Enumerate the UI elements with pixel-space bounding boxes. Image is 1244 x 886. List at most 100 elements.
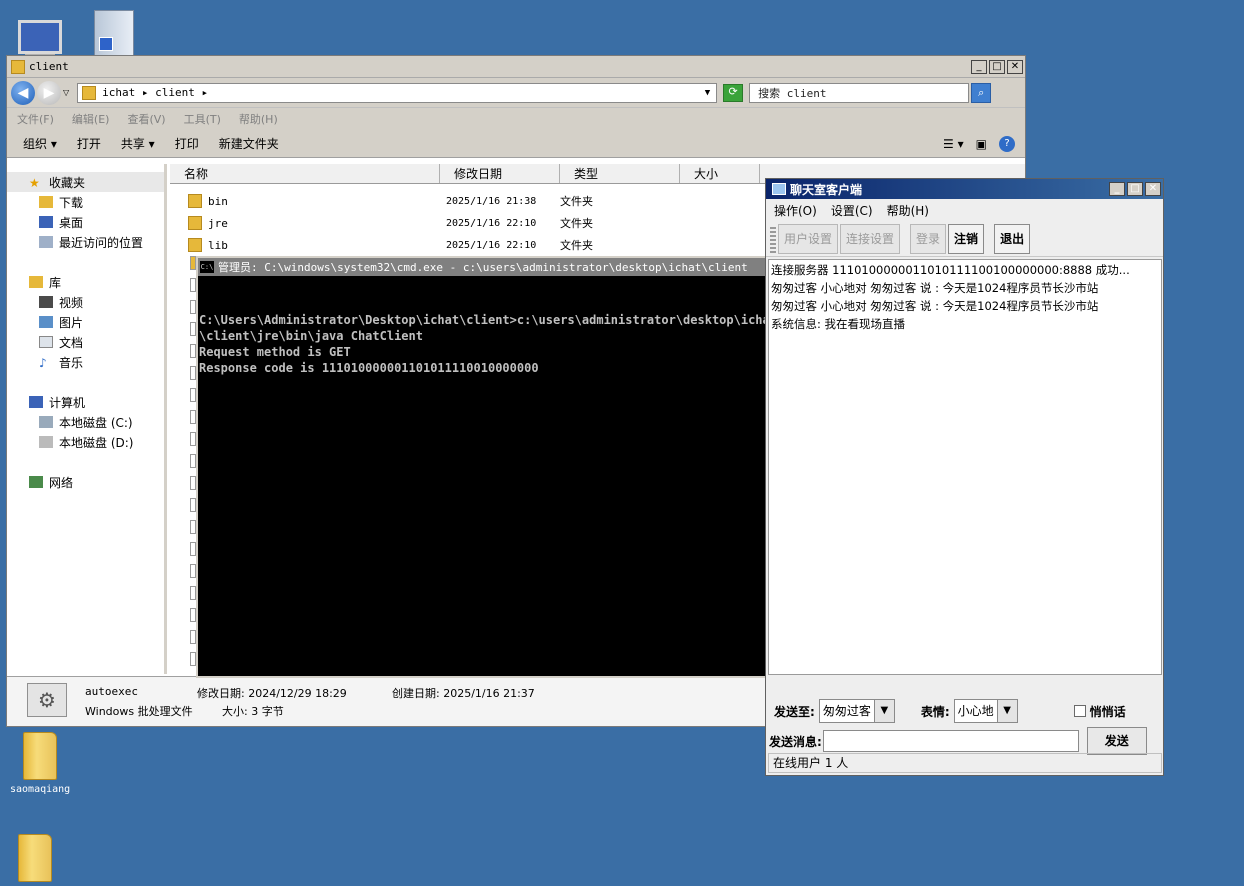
view-options-icon[interactable]: ☰ ▾	[943, 137, 964, 151]
nav-favorites[interactable]: ★ 收藏夹	[7, 172, 164, 192]
maximize-button[interactable]: □	[989, 59, 1005, 74]
address-bar[interactable]: ichat ▸ client ▸ ▼	[77, 82, 718, 103]
checkbox-icon[interactable]	[1073, 705, 1086, 717]
close-button[interactable]: ✕	[1145, 182, 1161, 196]
star-icon: ★	[29, 176, 40, 190]
help-icon[interactable]: ?	[999, 135, 1015, 152]
maximize-button[interactable]: □	[1127, 182, 1143, 196]
send-to-select[interactable]: 匆匆过客 ▼	[818, 699, 895, 723]
chat-window: 聊天室客户端 _ □ ✕ 操作(O) 设置(C) 帮助(H) 用户设置 连接设置…	[765, 178, 1164, 776]
exit-button[interactable]: 退出	[994, 223, 1031, 254]
chevron-down-icon[interactable]: ▼	[705, 88, 710, 98]
open-button[interactable]: 打开	[77, 135, 101, 152]
print-button[interactable]: 打印	[175, 135, 199, 152]
send-button[interactable]: 发送	[1086, 727, 1147, 755]
close-button[interactable]: ✕	[1007, 59, 1023, 74]
chat-titlebar: 聊天室客户端 _ □ ✕	[766, 179, 1163, 199]
network-icon	[94, 10, 134, 56]
document-icon	[39, 336, 53, 348]
folder-icon	[188, 238, 202, 252]
address-row: ◀ ▶ ▽ ichat ▸ client ▸ ▼ ⟳ 搜索 client ⌕	[7, 78, 1025, 108]
column-name[interactable]: 名称	[170, 164, 440, 183]
forward-button[interactable]: ▶	[37, 80, 61, 105]
logout-button[interactable]: 注销	[948, 223, 985, 254]
nav-recent[interactable]: 最近访问的位置	[7, 232, 164, 252]
whisper-checkbox[interactable]: 悄悄话	[1073, 703, 1126, 720]
menu-file[interactable]: 文件(F)	[17, 111, 54, 127]
minimize-button[interactable]: _	[1109, 182, 1125, 196]
column-size[interactable]: 大小	[680, 164, 760, 183]
nav-pictures[interactable]: 图片	[7, 312, 164, 332]
window-title: client	[29, 60, 69, 73]
chat-toolbar: 用户设置 连接设置 登录 注销 退出	[766, 221, 1163, 257]
expression-select[interactable]: 小心地 ▼	[953, 699, 1018, 723]
menu-tools[interactable]: 工具(T)	[184, 111, 221, 127]
nav-libraries[interactable]: 库	[7, 272, 164, 292]
nav-computer[interactable]: 计算机	[7, 392, 164, 412]
chevron-down-icon[interactable]: ▽	[63, 88, 69, 97]
connection-settings-button[interactable]: 连接设置	[840, 223, 901, 254]
message-line: 系统信息: 我在看现场直播	[771, 317, 906, 331]
gear-icon: ⚙	[27, 683, 67, 717]
message-input[interactable]	[822, 730, 1079, 752]
column-type[interactable]: 类型	[560, 164, 680, 183]
chat-title: 聊天室客户端	[790, 182, 863, 197]
detail-name: autoexec	[85, 685, 138, 698]
search-input[interactable]: 搜索 client	[749, 82, 970, 103]
folder-icon	[188, 216, 202, 230]
refresh-icon[interactable]: ⟳	[723, 83, 744, 102]
nav-downloads[interactable]: 下载	[7, 192, 164, 212]
menu-view[interactable]: 查看(V)	[127, 111, 165, 127]
new-folder-button[interactable]: 新建文件夹	[219, 135, 279, 152]
menu-edit[interactable]: 编辑(E)	[72, 111, 110, 127]
folder-icon	[82, 85, 97, 100]
music-icon: ♪	[39, 356, 47, 370]
status-bar: 在线用户 1 人	[768, 753, 1162, 773]
computer-icon	[18, 20, 62, 54]
address-path[interactable]: ichat ▸ client ▸	[102, 86, 705, 99]
menu-settings[interactable]: 设置(C)	[831, 202, 873, 219]
detail-modified: 修改日期: 2024/12/29 18:29	[197, 687, 347, 700]
nav-network[interactable]: 网络	[7, 472, 164, 492]
desktop-icon	[39, 216, 53, 228]
message-line: 匆匆过客 小心地对 匆匆过客 说 : 今天是1024程序员节长沙市站	[771, 281, 1099, 295]
share-button[interactable]: 共享 ▾	[121, 135, 155, 152]
nav-disk-d[interactable]: 本地磁盘 (D:)	[7, 432, 164, 452]
organize-button[interactable]: 组织 ▾	[23, 135, 57, 152]
column-date[interactable]: 修改日期	[440, 164, 560, 183]
send-options-row: 发送至: 匆匆过客 ▼ 表情: 小心地 ▼ 悄悄话	[774, 699, 1126, 723]
nav-desktop[interactable]: 桌面	[7, 212, 164, 232]
menu-operation[interactable]: 操作(O)	[774, 202, 817, 219]
desktop-icon-label: saomaqiang	[10, 784, 71, 795]
picture-icon	[39, 316, 53, 328]
preview-pane-icon[interactable]: ▣	[976, 137, 987, 151]
library-icon	[29, 276, 43, 288]
cmd-title: 管理员: C:\windows\system32\cmd.exe - c:\us…	[218, 261, 748, 274]
computer-icon	[29, 396, 43, 408]
desktop-icon-network[interactable]	[94, 10, 134, 56]
chevron-down-icon[interactable]: ▼	[996, 700, 1017, 722]
menu-help[interactable]: 帮助(H)	[887, 202, 929, 219]
chat-menu-bar: 操作(O) 设置(C) 帮助(H)	[766, 199, 1163, 221]
cmd-window[interactable]: C:\ 管理员: C:\windows\system32\cmd.exe - c…	[196, 256, 768, 678]
search-icon[interactable]: ⌕	[971, 82, 992, 103]
message-area[interactable]: 连接服务器 1110100000011010111100100000000:88…	[768, 259, 1162, 675]
nav-videos[interactable]: 视频	[7, 292, 164, 312]
user-settings-button[interactable]: 用户设置	[778, 223, 839, 254]
folder-icon	[18, 834, 52, 882]
desktop-icon-saomaqiang[interactable]: saomaqiang	[10, 732, 70, 795]
nav-music[interactable]: ♪ 音乐	[7, 352, 164, 372]
login-button[interactable]: 登录	[910, 223, 947, 254]
message-line: 匆匆过客 小心地对 匆匆过客 说 : 今天是1024程序员节长沙市站	[771, 299, 1099, 313]
message-input-row: 发送消息: 发送	[769, 727, 1147, 755]
chevron-down-icon[interactable]: ▼	[873, 700, 894, 722]
navigation-pane: ★ 收藏夹 下载 桌面 最近访问的位置 库 视频 图片 文档 ♪ 音乐 计算机 本地…	[7, 164, 167, 674]
nav-documents[interactable]: 文档	[7, 332, 164, 352]
back-button[interactable]: ◀	[11, 80, 35, 105]
desktop-icon-folder[interactable]	[18, 834, 52, 882]
desktop-icon-computer[interactable]	[18, 20, 62, 60]
menu-help[interactable]: 帮助(H)	[239, 111, 278, 127]
toolbar-grip[interactable]	[770, 224, 776, 253]
minimize-button[interactable]: _	[971, 59, 987, 74]
nav-disk-c[interactable]: 本地磁盘 (C:)	[7, 412, 164, 432]
